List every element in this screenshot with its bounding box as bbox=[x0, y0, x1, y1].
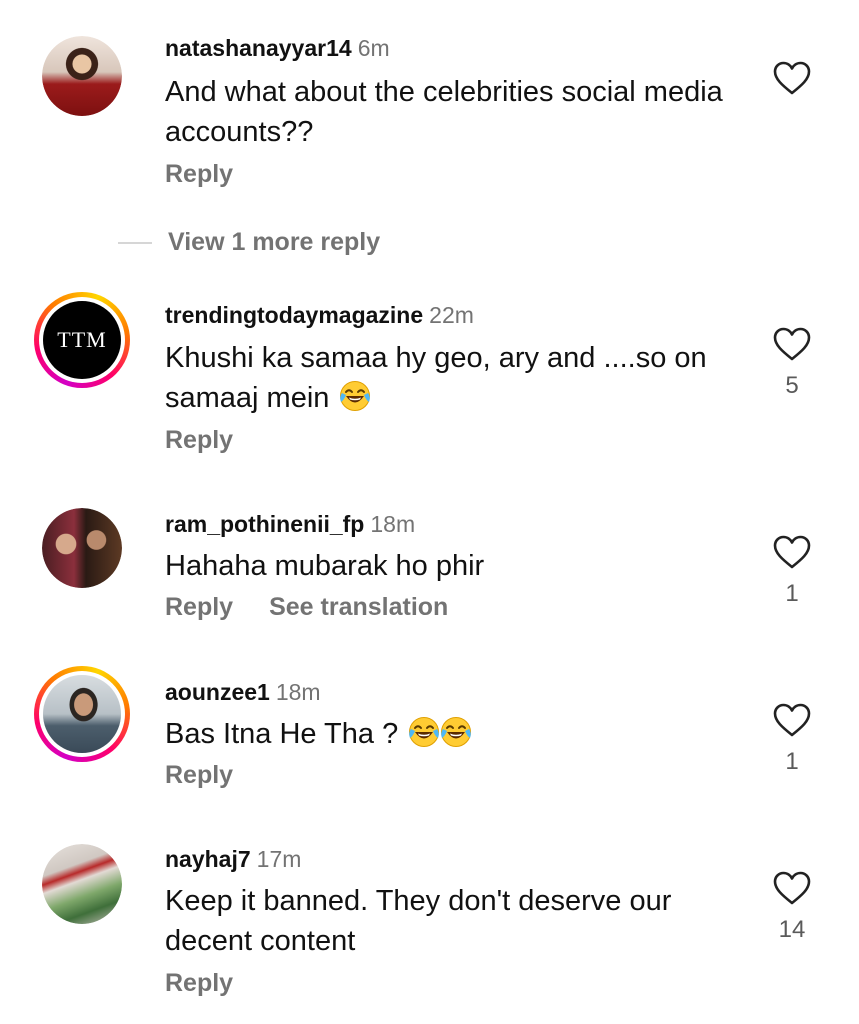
heart-outline-icon[interactable] bbox=[772, 870, 812, 906]
view-more-replies-button[interactable]: View 1 more reply bbox=[118, 228, 380, 257]
like-count[interactable]: 14 bbox=[762, 916, 822, 944]
laughing-tears-emoji-icon bbox=[408, 716, 441, 748]
comment-text-content: Khushi ka samaa hy geo, ary and ....so o… bbox=[165, 342, 707, 414]
comment-text: Bas Itna He Tha ? bbox=[165, 714, 725, 754]
reply-button[interactable]: Reply bbox=[165, 969, 233, 997]
reply-button[interactable]: Reply bbox=[165, 426, 233, 454]
comment-actions: Reply bbox=[165, 159, 233, 189]
comment-header: nayhaj7 17m bbox=[165, 845, 301, 873]
like-count[interactable]: 1 bbox=[762, 580, 822, 608]
avatar-logo-text: TTM bbox=[57, 327, 107, 352]
heart-outline-icon[interactable] bbox=[772, 60, 812, 96]
comment-text: Keep it banned. They don't deserve our d… bbox=[165, 885, 672, 957]
comment-header: natashanayyar14 6m bbox=[165, 34, 390, 62]
comment-header: trendingtodaymagazine 22m bbox=[165, 301, 474, 329]
avatar[interactable]: TTM bbox=[34, 292, 130, 388]
comment-actions: Reply See translation bbox=[165, 592, 448, 622]
avatar[interactable] bbox=[42, 508, 122, 588]
reply-button[interactable]: Reply bbox=[165, 593, 233, 621]
reply-button[interactable]: Reply bbox=[165, 160, 233, 188]
comment-time: 22m bbox=[429, 302, 474, 328]
comment-actions: Reply bbox=[165, 425, 233, 455]
comment-actions: Reply bbox=[165, 760, 233, 790]
see-translation-button[interactable]: See translation bbox=[269, 593, 448, 621]
like-count[interactable]: 5 bbox=[762, 372, 822, 400]
heart-outline-icon[interactable] bbox=[772, 702, 812, 738]
view-more-label: View 1 more reply bbox=[168, 228, 381, 256]
comment-text: Khushi ka samaa hy geo, ary and ....so o… bbox=[165, 338, 725, 418]
heart-outline-icon[interactable] bbox=[772, 534, 812, 570]
avatar[interactable] bbox=[42, 844, 122, 924]
comment-actions: Reply bbox=[165, 968, 233, 998]
username[interactable]: natashanayyar14 bbox=[165, 35, 352, 61]
heart-outline-icon[interactable] bbox=[772, 326, 812, 362]
comment-text: Hahaha mubarak ho phir bbox=[165, 550, 485, 582]
reply-button[interactable]: Reply bbox=[165, 761, 233, 789]
avatar[interactable] bbox=[34, 666, 130, 762]
comment-time: 6m bbox=[357, 35, 390, 61]
avatar[interactable] bbox=[42, 36, 122, 116]
username[interactable]: aounzee1 bbox=[165, 679, 270, 705]
comment-time: 18m bbox=[275, 679, 321, 705]
comment-header: ram_pothinenii_fp 18m bbox=[165, 510, 415, 538]
comment-header: aounzee1 18m bbox=[165, 678, 321, 706]
username[interactable]: ram_pothinenii_fp bbox=[165, 511, 364, 537]
username[interactable]: nayhaj7 bbox=[165, 846, 251, 872]
comment-time: 17m bbox=[256, 846, 302, 872]
comment-time: 18m bbox=[370, 511, 416, 537]
like-count[interactable]: 1 bbox=[762, 748, 822, 776]
laughing-tears-emoji-icon bbox=[440, 716, 473, 748]
laughing-tears-emoji-icon bbox=[339, 380, 372, 412]
comment-text: And what about the celebrities social me… bbox=[165, 76, 723, 148]
username[interactable]: trendingtodaymagazine bbox=[165, 302, 423, 328]
thread-line bbox=[118, 242, 152, 245]
comment-text-content: Bas Itna He Tha ? bbox=[165, 718, 399, 750]
